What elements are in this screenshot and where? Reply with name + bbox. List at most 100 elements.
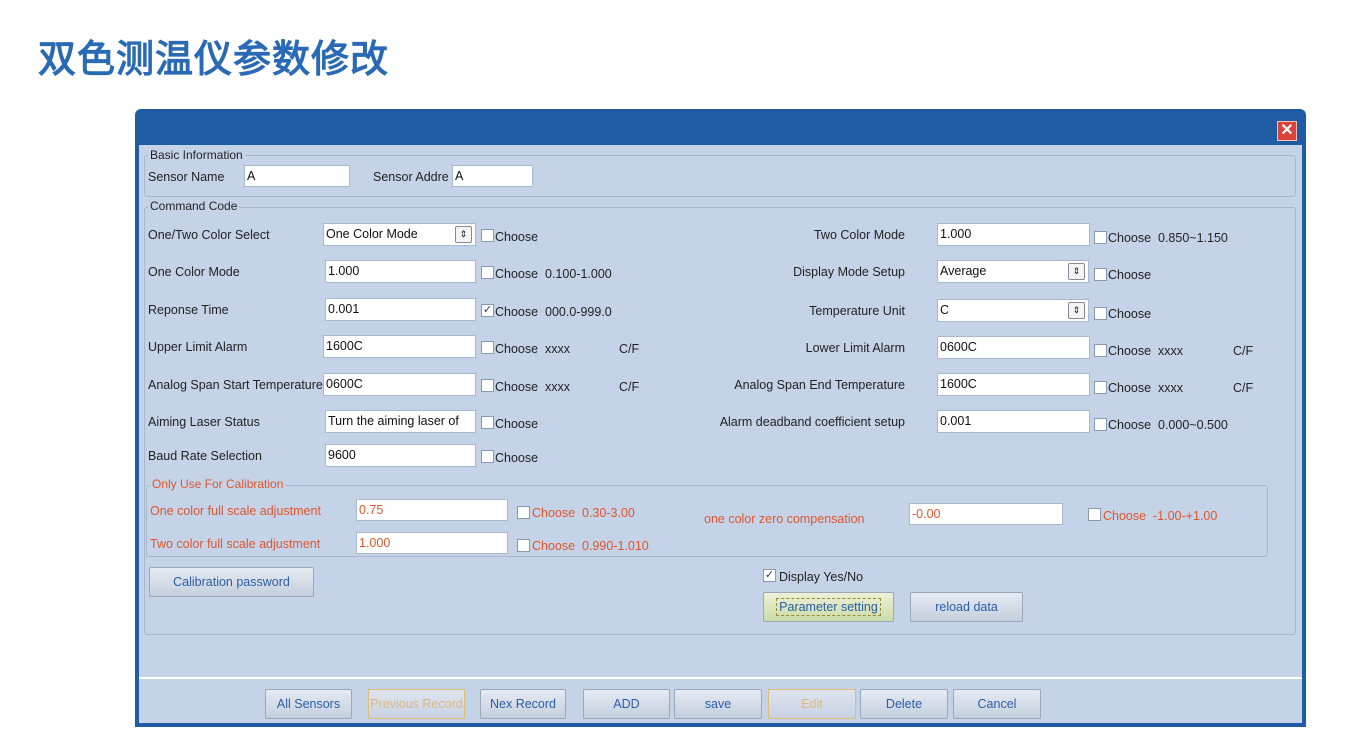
footer-button-add[interactable]: ADD bbox=[583, 689, 670, 719]
display-label: Display Yes/No bbox=[779, 570, 864, 584]
choose-label: Choose bbox=[1108, 344, 1152, 358]
calibration-input[interactable]: 0.75 bbox=[356, 499, 508, 521]
field-label: Analog Span Start Temperature bbox=[148, 378, 323, 392]
field-input[interactable]: 0.001 bbox=[325, 298, 476, 321]
choose-checkbox[interactable] bbox=[517, 506, 530, 519]
footer-button-delete[interactable]: Delete bbox=[860, 689, 948, 719]
calibration-input[interactable]: 1.000 bbox=[356, 532, 508, 554]
choose-checkbox[interactable] bbox=[481, 266, 494, 279]
select-dropdown[interactable]: One Color Mode ⇕ bbox=[323, 223, 476, 246]
field-label: One/Two Color Select bbox=[148, 228, 270, 242]
parameter-setting-button[interactable]: Parameter setting bbox=[763, 592, 894, 622]
field-label: Display Mode Setup bbox=[793, 265, 905, 279]
field-input[interactable]: Turn the aiming laser of bbox=[325, 410, 476, 433]
choose-label: Choose bbox=[1108, 381, 1152, 395]
close-icon[interactable]: ✕ bbox=[1277, 121, 1297, 141]
choose-checkbox[interactable] bbox=[1094, 307, 1107, 320]
calibration-legend: Only Use For Calibration bbox=[150, 477, 286, 491]
calibration-label: Two color full scale adjustment bbox=[150, 537, 321, 551]
range-label: xxxx bbox=[1158, 344, 1183, 358]
choose-checkbox[interactable] bbox=[1094, 231, 1107, 244]
range-label: xxxx bbox=[1158, 381, 1183, 395]
unit-label: C/F bbox=[1233, 344, 1254, 358]
footer-button-nex-record[interactable]: Nex Record bbox=[480, 689, 566, 719]
range-label: xxxx bbox=[545, 342, 570, 356]
select-dropdown[interactable]: C ⇕ bbox=[937, 299, 1089, 322]
field-label: Aiming Laser Status bbox=[148, 415, 260, 429]
field-input[interactable]: 1.000 bbox=[937, 223, 1090, 246]
field-label: Upper Limit Alarm bbox=[148, 340, 248, 354]
field-input[interactable]: 1.000 bbox=[325, 260, 476, 283]
range-label: 000.0-999.0 bbox=[545, 305, 612, 319]
footer-button-edit[interactable]: Edit bbox=[768, 689, 856, 719]
command-code-legend: Command Code bbox=[148, 199, 240, 213]
choose-checkbox[interactable] bbox=[481, 450, 494, 463]
choose-label: Choose bbox=[1108, 418, 1152, 432]
page-title: 双色测温仪参数修改 bbox=[38, 37, 390, 81]
parameter-setting-label: Parameter setting bbox=[776, 598, 881, 616]
reload-data-button[interactable]: reload data bbox=[910, 592, 1023, 622]
calibration-label: One color full scale adjustment bbox=[150, 504, 321, 518]
field-label: Analog Span End Temperature bbox=[734, 378, 905, 392]
basic-info-legend: Basic Information bbox=[148, 148, 245, 162]
choose-checkbox[interactable] bbox=[1094, 268, 1107, 281]
unit-label: C/F bbox=[1233, 381, 1254, 395]
choose-checkbox[interactable]: ✓ bbox=[481, 304, 494, 317]
field-input[interactable]: 1600C bbox=[323, 335, 476, 358]
unit-label: C/F bbox=[619, 380, 640, 394]
footer-button-cancel[interactable]: Cancel bbox=[953, 689, 1041, 719]
chevron-updown-icon[interactable]: ⇕ bbox=[1068, 302, 1085, 319]
field-label: Alarm deadband coefficient setup bbox=[719, 415, 905, 429]
choose-checkbox[interactable] bbox=[1094, 418, 1107, 431]
select-dropdown[interactable]: Average ⇕ bbox=[937, 260, 1089, 283]
sensor-name-input[interactable]: A bbox=[244, 165, 350, 187]
field-input[interactable]: 0600C bbox=[937, 336, 1090, 359]
footer-button-save[interactable]: save bbox=[674, 689, 762, 719]
field-label: Lower Limit Alarm bbox=[805, 341, 905, 355]
chevron-updown-icon[interactable]: ⇕ bbox=[1068, 263, 1085, 280]
choose-label: Choose bbox=[532, 539, 576, 553]
choose-checkbox[interactable] bbox=[517, 539, 530, 552]
sensor-address-input[interactable]: A bbox=[452, 165, 533, 187]
range-label: 0.990-1.010 bbox=[582, 539, 649, 553]
choose-label: Choose bbox=[495, 267, 539, 281]
range-label: 0.000~0.500 bbox=[1158, 418, 1228, 432]
choose-label: Choose bbox=[495, 342, 539, 356]
chevron-updown-icon[interactable]: ⇕ bbox=[455, 226, 472, 243]
choose-label: Choose bbox=[1108, 307, 1152, 321]
choose-label: Choose bbox=[495, 417, 539, 431]
choose-label: Choose bbox=[495, 451, 539, 465]
field-input[interactable]: 9600 bbox=[325, 444, 476, 467]
choose-label: Choose bbox=[495, 380, 539, 394]
field-input[interactable]: 0600C bbox=[323, 373, 476, 396]
field-label: Reponse Time bbox=[148, 303, 229, 317]
footer-button-all-sensors[interactable]: All Sensors bbox=[265, 689, 352, 719]
range-label: 0.30-3.00 bbox=[582, 506, 635, 520]
choose-checkbox[interactable] bbox=[1088, 508, 1101, 521]
field-input[interactable]: 0.001 bbox=[937, 410, 1090, 433]
choose-label: Choose bbox=[1108, 268, 1152, 282]
choose-label: Choose bbox=[1103, 509, 1147, 523]
choose-label: Choose bbox=[1108, 231, 1152, 245]
choose-checkbox[interactable] bbox=[481, 229, 494, 242]
calibration-input[interactable]: -0.00 bbox=[909, 503, 1063, 525]
range-label: 0.100-1.000 bbox=[545, 267, 612, 281]
choose-label: Choose bbox=[532, 506, 576, 520]
calibration-label: one color zero compensation bbox=[704, 512, 865, 526]
field-label: Temperature Unit bbox=[809, 304, 905, 318]
choose-checkbox[interactable] bbox=[481, 341, 494, 354]
field-input[interactable]: 1600C bbox=[937, 373, 1090, 396]
footer-button-previous-record[interactable]: Previous Record bbox=[368, 689, 465, 719]
range-label: -1.00-+1.00 bbox=[1153, 509, 1218, 523]
calibration-password-button[interactable]: Calibration password bbox=[149, 567, 314, 597]
sensor-address-label: Sensor Addre bbox=[373, 170, 449, 184]
choose-checkbox[interactable] bbox=[481, 416, 494, 429]
sensor-name-label: Sensor Name bbox=[148, 170, 225, 184]
display-checkbox[interactable]: ✓ bbox=[763, 569, 776, 582]
choose-checkbox[interactable] bbox=[1094, 344, 1107, 357]
choose-checkbox[interactable] bbox=[1094, 381, 1107, 394]
range-label: 0.850~1.150 bbox=[1158, 231, 1228, 245]
divider bbox=[139, 677, 1302, 679]
choose-label: Choose bbox=[495, 305, 539, 319]
choose-checkbox[interactable] bbox=[481, 379, 494, 392]
